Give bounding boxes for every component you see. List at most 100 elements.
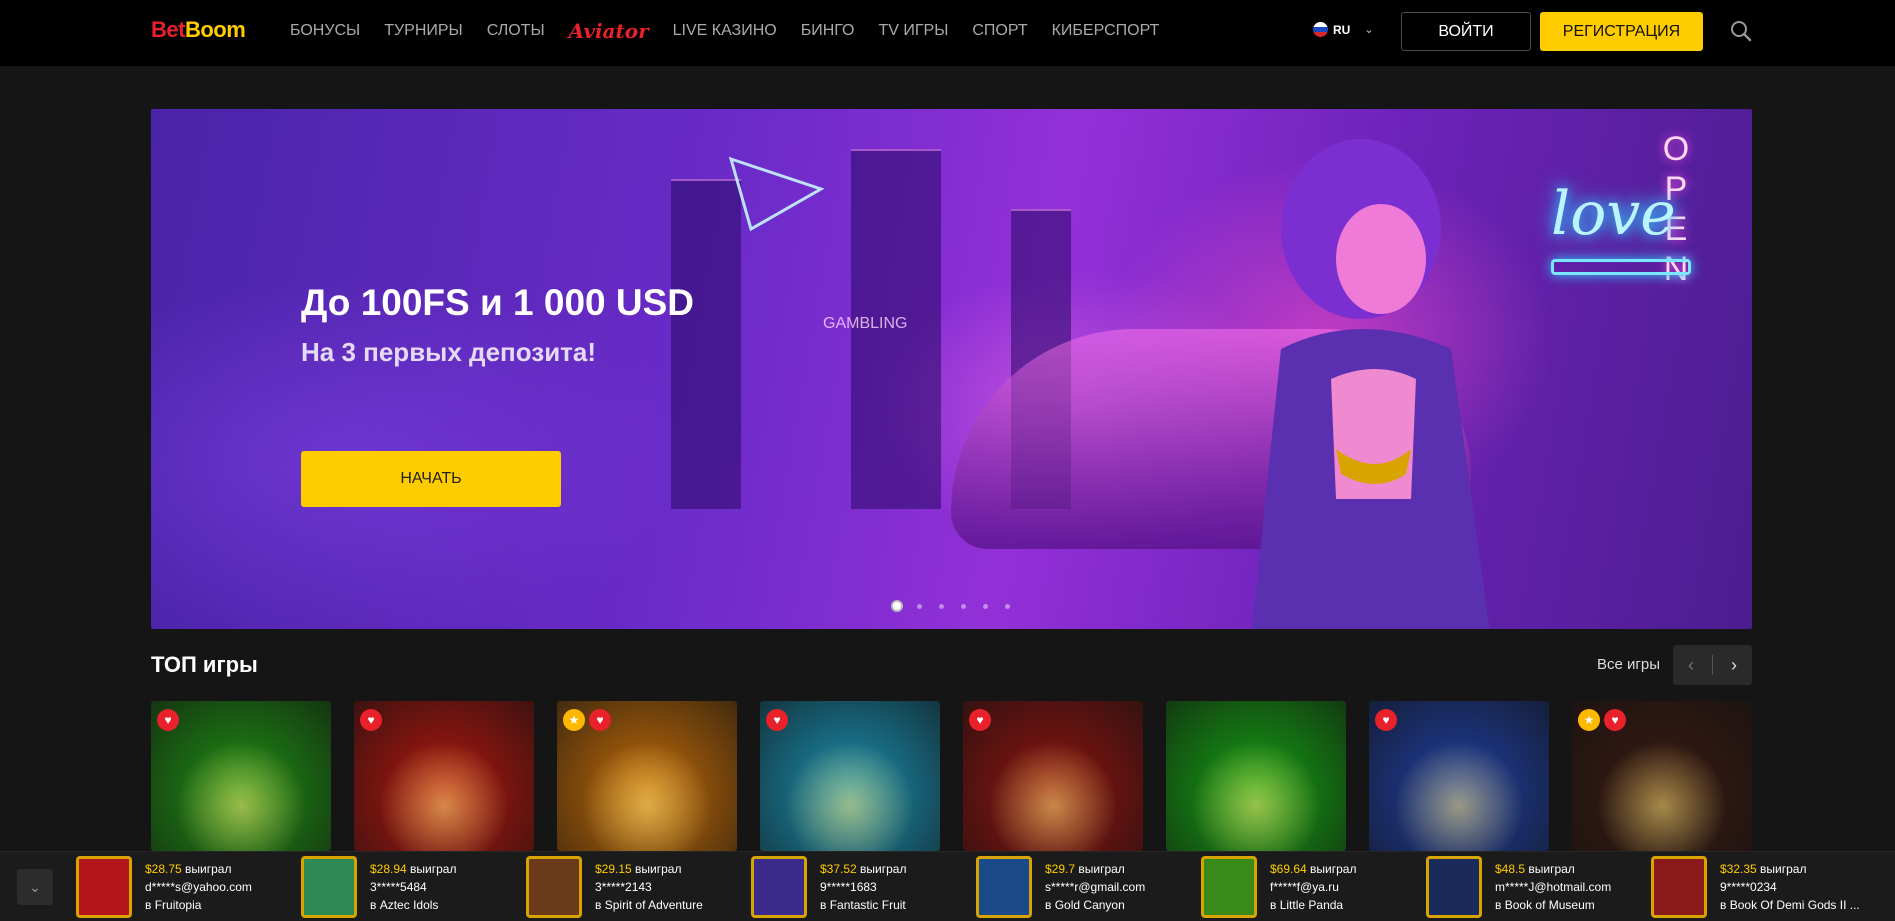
winner-game-thumbnail xyxy=(1651,856,1707,918)
register-button[interactable]: РЕГИСТРАЦИЯ xyxy=(1540,12,1703,51)
nav-item-slots[interactable]: СЛОТЫ xyxy=(487,22,545,40)
winner-game-thumbnail xyxy=(76,856,132,918)
carousel-dot[interactable] xyxy=(983,603,988,609)
nav-item-tournaments[interactable]: ТУРНИРЫ xyxy=(384,22,463,40)
game-badges: ♥ xyxy=(360,709,386,731)
nav-item-bonuses[interactable]: БОНУСЫ xyxy=(290,22,360,40)
neon-bar-art xyxy=(1551,259,1691,275)
winner-game-thumbnail xyxy=(976,856,1032,918)
nav-item-bingo[interactable]: БИНГО xyxy=(801,22,855,40)
winner-text: $29.15 выиграл 3*****2143 в Spirit of Ad… xyxy=(595,860,703,914)
top-games-title: ТОП игры xyxy=(151,652,258,677)
win-prefix: в xyxy=(145,898,152,912)
game-card[interactable]: ♥ xyxy=(151,701,331,851)
winner-game-thumbnail xyxy=(526,856,582,918)
winner-game-thumbnail xyxy=(1201,856,1257,918)
winner-user: s*****r@gmail.com xyxy=(1045,880,1146,894)
chevron-down-icon: ⌄ xyxy=(1364,24,1374,36)
winner-item[interactable]: $69.64 выиграл f*****f@ya.ru в Little Pa… xyxy=(1201,856,1426,918)
fire-icon: ♥ xyxy=(1375,709,1397,731)
winner-game-name: Fruitopia xyxy=(154,898,202,912)
game-card[interactable]: ♥ xyxy=(760,701,940,851)
top-header: BetBoom БОНУСЫ ТУРНИРЫ СЛОТЫ Aviator LIV… xyxy=(0,0,1895,66)
all-games-link[interactable]: Все игры xyxy=(1597,656,1660,673)
games-carousel-arrows: ‹ › xyxy=(1673,645,1752,685)
logo-part-1: Bet xyxy=(151,17,185,42)
star-icon: ★ xyxy=(1578,709,1600,731)
game-card[interactable]: ♥ xyxy=(1369,701,1549,851)
winner-item[interactable]: $37.52 выиграл 9*****1683 в Fantastic Fr… xyxy=(751,856,976,918)
promo-banner[interactable]: GAMBLING OPEN love До 100FS и 1 000 USD … xyxy=(151,109,1752,629)
game-thumbnail xyxy=(176,741,306,851)
carousel-dots xyxy=(891,600,1027,612)
winner-user: 9*****1683 xyxy=(820,880,877,894)
login-button[interactable]: ВОЙТИ xyxy=(1401,12,1531,51)
winner-item[interactable]: $32.35 выиграл 9*****0234 в Book Of Demi… xyxy=(1651,856,1876,918)
love-sign: love xyxy=(1551,179,1676,249)
winner-game-thumbnail xyxy=(1426,856,1482,918)
game-thumbnail xyxy=(1597,741,1727,851)
winner-item[interactable]: $28.75 выиграл d*****s@yahoo.com в Fruit… xyxy=(76,856,301,918)
nav-item-tv-games[interactable]: TV ИГРЫ xyxy=(878,22,948,40)
fire-icon: ♥ xyxy=(766,709,788,731)
winner-user: f*****f@ya.ru xyxy=(1270,880,1339,894)
winners-list: $28.75 выиграл d*****s@yahoo.com в Fruit… xyxy=(76,856,1876,918)
language-selector[interactable]: RU ⌄ xyxy=(1313,22,1374,37)
winners-ticker: ⌄ $28.75 выиграл d*****s@yahoo.com в Fru… xyxy=(0,851,1895,921)
game-thumbnail xyxy=(988,741,1118,851)
game-thumbnail xyxy=(1394,741,1524,851)
winner-item[interactable]: $28.94 выиграл 3*****5484 в Aztec Idols xyxy=(301,856,526,918)
winner-user: 3*****2143 xyxy=(595,880,652,894)
win-prefix: в xyxy=(1270,898,1277,912)
win-verb: выиграл xyxy=(1528,862,1575,876)
winner-item[interactable]: $48.5 выиграл m*****J@hotmail.com в Book… xyxy=(1426,856,1651,918)
nav-item-aviator[interactable]: Aviator xyxy=(569,19,649,43)
carousel-dot[interactable] xyxy=(1005,603,1010,609)
game-card[interactable]: ★ ♥ xyxy=(1572,701,1752,851)
game-badges: ★ ♥ xyxy=(1578,709,1630,731)
chevron-right-icon[interactable]: › xyxy=(1719,655,1749,676)
winner-game-thumbnail xyxy=(301,856,357,918)
fire-icon: ♥ xyxy=(360,709,382,731)
chevron-down-icon[interactable]: ⌄ xyxy=(17,869,53,905)
win-verb: выиграл xyxy=(1078,862,1125,876)
top-games-list: ♥ ♥ ★ ♥ ♥ ♥ ♥ ★ ♥ xyxy=(151,701,1775,851)
game-thumbnail xyxy=(785,741,915,851)
banner-title: До 100FS и 1 000 USD xyxy=(301,282,694,323)
carousel-dot[interactable] xyxy=(961,603,966,609)
fire-icon: ♥ xyxy=(969,709,991,731)
carousel-dot[interactable] xyxy=(891,600,903,612)
win-prefix: в xyxy=(1045,898,1052,912)
win-amount: $69.64 xyxy=(1270,862,1307,876)
winner-user: 9*****0234 xyxy=(1720,880,1777,894)
banner-start-button[interactable]: НАЧАТЬ xyxy=(301,451,561,507)
russia-flag-icon xyxy=(1313,22,1328,37)
winner-text: $69.64 выиграл f*****f@ya.ru в Little Pa… xyxy=(1270,860,1356,914)
game-card[interactable]: ♥ xyxy=(963,701,1143,851)
game-thumbnail xyxy=(582,741,712,851)
winner-item[interactable]: $29.7 выиграл s*****r@gmail.com в Gold C… xyxy=(976,856,1201,918)
search-icon[interactable] xyxy=(1730,20,1752,42)
win-prefix: в xyxy=(370,898,377,912)
winner-user: m*****J@hotmail.com xyxy=(1495,880,1612,894)
nav-item-live-casino[interactable]: LIVE КАЗИНО xyxy=(673,22,777,40)
game-card[interactable]: ★ ♥ xyxy=(557,701,737,851)
game-card[interactable]: ♥ xyxy=(354,701,534,851)
win-prefix: в xyxy=(595,898,602,912)
carousel-dot[interactable] xyxy=(939,603,944,609)
nav-item-esports[interactable]: КИБЕРСПОРТ xyxy=(1052,22,1160,40)
winner-user: d*****s@yahoo.com xyxy=(145,880,252,894)
betboom-logo[interactable]: BetBoom xyxy=(151,17,246,43)
game-card[interactable] xyxy=(1166,701,1346,851)
winner-item[interactable]: $29.15 выиграл 3*****2143 в Spirit of Ad… xyxy=(526,856,751,918)
winner-game-name: Little Panda xyxy=(1279,898,1344,912)
winner-game-thumbnail xyxy=(751,856,807,918)
nav-item-sport[interactable]: СПОРТ xyxy=(972,22,1027,40)
win-amount: $29.15 xyxy=(595,862,632,876)
game-thumbnail xyxy=(379,741,509,851)
game-thumbnail xyxy=(1191,741,1321,851)
chevron-left-icon[interactable]: ‹ xyxy=(1676,655,1706,676)
winner-game-name: Spirit of Adventure xyxy=(604,898,703,912)
winner-game-name: Gold Canyon xyxy=(1054,898,1125,912)
carousel-dot[interactable] xyxy=(917,603,922,609)
